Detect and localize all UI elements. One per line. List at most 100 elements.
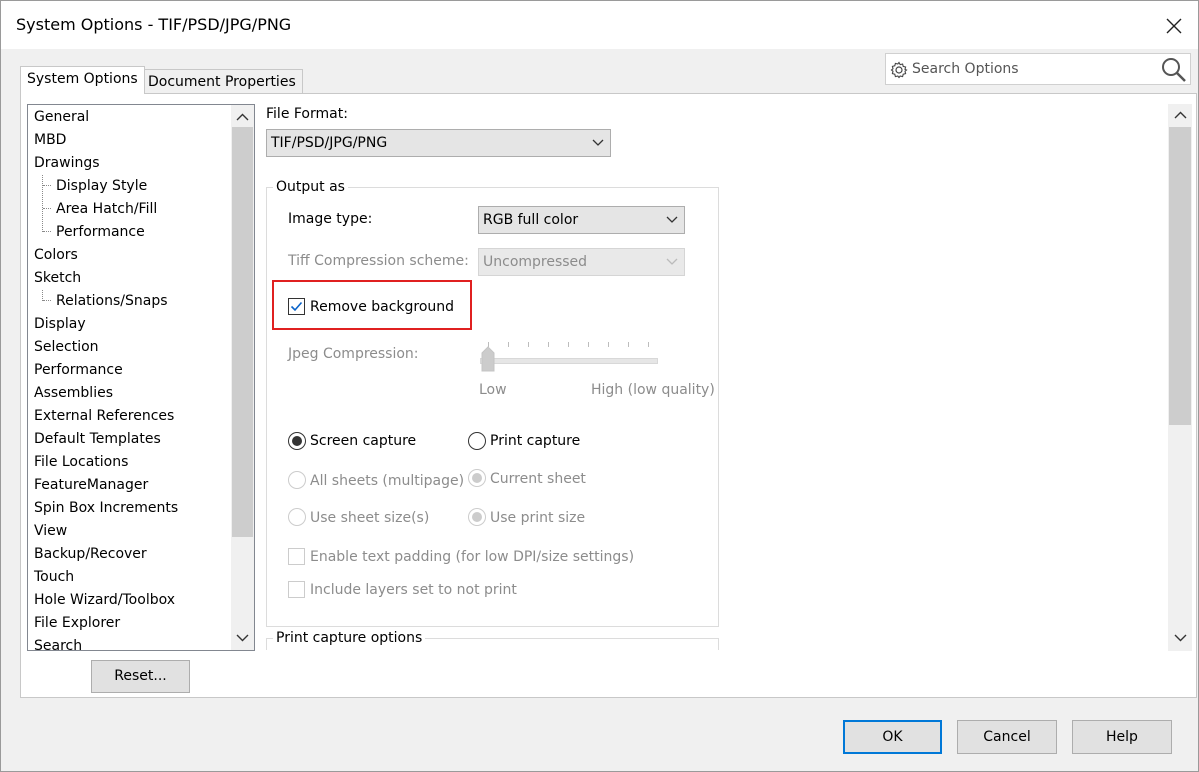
- radio-dot: [472, 512, 482, 522]
- system-options-dialog: System Options - TIF/PSD/JPG/PNG System …: [0, 0, 1199, 772]
- enable-text-padding-label[interactable]: Enable text padding (for low DPI/size se…: [310, 549, 634, 565]
- tree-item-mbd[interactable]: MBD: [34, 129, 66, 151]
- jpeg-compression-slider[interactable]: [480, 358, 658, 364]
- tree-item-default-templates[interactable]: Default Templates: [34, 428, 161, 450]
- cancel-button[interactable]: Cancel: [957, 720, 1057, 754]
- tree-item-backup-recover[interactable]: Backup/Recover: [34, 543, 147, 565]
- tree-item-relations-snaps[interactable]: Relations/Snaps: [56, 290, 168, 312]
- title-bar[interactable]: System Options - TIF/PSD/JPG/PNG: [1, 1, 1198, 49]
- options-tree[interactable]: General MBD Drawings Display Style Area …: [27, 104, 255, 651]
- tree-item-search[interactable]: Search: [34, 635, 82, 650]
- tree-item-file-locations[interactable]: File Locations: [34, 451, 128, 473]
- image-type-label: Image type:: [288, 211, 373, 227]
- tiff-compression-value: Uncompressed: [483, 254, 588, 270]
- file-format-label: File Format:: [266, 106, 348, 122]
- include-layers-checkbox[interactable]: [288, 581, 305, 598]
- print-capture-label[interactable]: Print capture: [490, 433, 580, 449]
- all-sheets-radio[interactable]: [288, 471, 306, 489]
- enable-text-padding-checkbox[interactable]: [288, 548, 305, 565]
- tree-item-featuremanager[interactable]: FeatureManager: [34, 474, 148, 496]
- print-capture-radio[interactable]: [468, 432, 486, 450]
- tree-item-touch[interactable]: Touch: [34, 566, 74, 588]
- include-layers-label[interactable]: Include layers set to not print: [310, 582, 517, 598]
- tree-item-display[interactable]: Display: [34, 313, 86, 335]
- remove-background-checkbox[interactable]: [288, 298, 305, 315]
- tree-item-colors[interactable]: Colors: [34, 244, 78, 266]
- chevron-up-icon[interactable]: [234, 109, 251, 126]
- use-sheet-size-label[interactable]: Use sheet size(s): [310, 510, 429, 526]
- jpeg-low-label: Low: [479, 382, 507, 398]
- tree-item-external-references[interactable]: External References: [34, 405, 174, 427]
- image-type-value: RGB full color: [483, 212, 579, 228]
- file-format-select[interactable]: TIF/PSD/JPG/PNG: [266, 129, 611, 157]
- slider-tick: [548, 342, 549, 347]
- slider-tick: [608, 342, 609, 347]
- tree-connector: [43, 300, 51, 301]
- search-input[interactable]: [910, 58, 1150, 80]
- help-button[interactable]: Help: [1072, 720, 1172, 754]
- tree-connector: [43, 185, 51, 186]
- screen-capture-label[interactable]: Screen capture: [310, 433, 416, 449]
- tree-item-sketch[interactable]: Sketch: [34, 267, 81, 289]
- checkmark-icon: [290, 301, 303, 312]
- main-scrollbar-thumb[interactable]: [1169, 127, 1191, 425]
- tree-item-drawings-performance[interactable]: Performance: [56, 221, 145, 243]
- tree-item-drawings[interactable]: Drawings: [34, 152, 100, 174]
- print-capture-options-title: Print capture options: [273, 630, 426, 646]
- tree-item-area-hatch-fill[interactable]: Area Hatch/Fill: [56, 198, 157, 220]
- use-sheet-size-radio[interactable]: [288, 508, 306, 526]
- image-type-select[interactable]: RGB full color: [478, 206, 685, 234]
- chevron-up-icon[interactable]: [1172, 107, 1189, 124]
- window-title: System Options - TIF/PSD/JPG/PNG: [16, 15, 292, 34]
- tree-connector: [42, 175, 43, 232]
- close-icon: [1166, 18, 1182, 34]
- tab-system-options[interactable]: System Options: [20, 66, 145, 94]
- current-sheet-label[interactable]: Current sheet: [490, 471, 586, 487]
- tree-connector: [43, 208, 51, 209]
- tree-item-performance[interactable]: Performance: [34, 359, 123, 381]
- current-sheet-radio[interactable]: [468, 469, 486, 487]
- tree-item-display-style[interactable]: Display Style: [56, 175, 147, 197]
- chevron-down-icon: [666, 258, 678, 265]
- screen-capture-radio[interactable]: [288, 432, 306, 450]
- chevron-down-icon: [666, 216, 678, 223]
- radio-dot: [292, 436, 302, 446]
- tree-connector: [43, 231, 51, 232]
- tree-item-general[interactable]: General: [34, 106, 89, 128]
- tree-item-selection[interactable]: Selection: [34, 336, 99, 358]
- slider-thumb[interactable]: [481, 346, 495, 372]
- radio-dot: [472, 473, 482, 483]
- chevron-down-icon: [592, 139, 604, 146]
- jpeg-high-label: High (low quality): [591, 382, 715, 398]
- search-box[interactable]: [885, 53, 1191, 85]
- tab-document-properties[interactable]: Document Properties: [141, 69, 303, 95]
- reset-button[interactable]: Reset...: [91, 660, 190, 693]
- tree-item-assemblies[interactable]: Assemblies: [34, 382, 113, 404]
- use-print-size-radio[interactable]: [468, 508, 486, 526]
- jpeg-compression-label: Jpeg Compression:: [288, 346, 419, 362]
- chevron-down-icon[interactable]: [234, 629, 251, 646]
- tree-item-spin-box-increments[interactable]: Spin Box Increments: [34, 497, 178, 519]
- tiff-compression-label: Tiff Compression scheme:: [288, 253, 469, 269]
- slider-tick: [508, 342, 509, 347]
- slider-tick: [588, 342, 589, 347]
- tiff-compression-select[interactable]: Uncompressed: [478, 248, 685, 276]
- slider-tick: [568, 342, 569, 347]
- output-as-title: Output as: [273, 179, 348, 195]
- slider-tick: [628, 342, 629, 347]
- tree-scrollbar-thumb[interactable]: [232, 127, 253, 537]
- search-icon[interactable]: [1160, 56, 1188, 84]
- all-sheets-label[interactable]: All sheets (multipage): [310, 473, 464, 489]
- remove-background-label[interactable]: Remove background: [310, 299, 454, 315]
- slider-tick: [528, 342, 529, 347]
- close-button[interactable]: [1156, 9, 1192, 43]
- file-format-value: TIF/PSD/JPG/PNG: [271, 135, 388, 151]
- use-print-size-label[interactable]: Use print size: [490, 510, 585, 526]
- chevron-down-icon[interactable]: [1172, 629, 1189, 646]
- gear-icon[interactable]: [890, 61, 908, 79]
- slider-tick: [648, 342, 649, 347]
- ok-button[interactable]: OK: [843, 720, 942, 754]
- tree-item-hole-wizard-toolbox[interactable]: Hole Wizard/Toolbox: [34, 589, 175, 611]
- tree-item-view[interactable]: View: [34, 520, 67, 542]
- tree-item-file-explorer[interactable]: File Explorer: [34, 612, 120, 634]
